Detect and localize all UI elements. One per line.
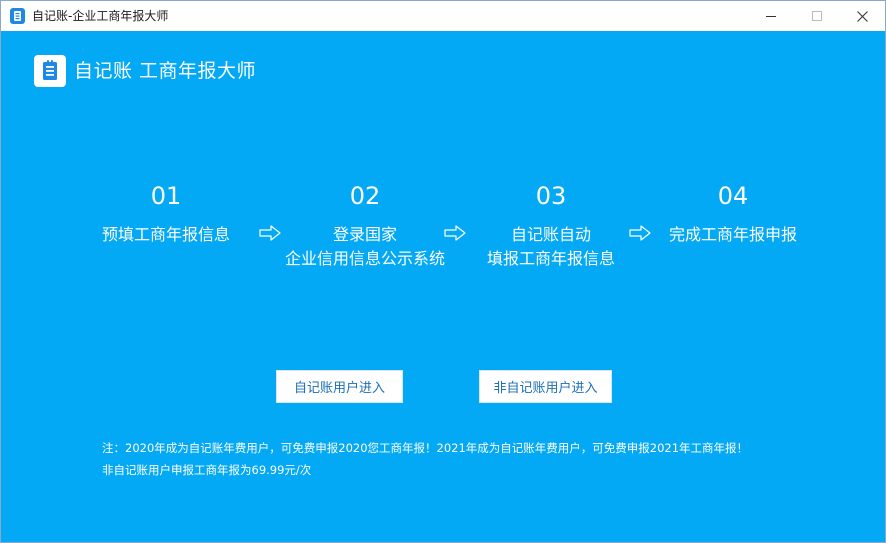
step-label: 完成工商年报申报 — [623, 223, 843, 247]
close-icon — [856, 10, 868, 22]
step-label-line: 完成工商年报申报 — [668, 225, 797, 244]
minimize-icon — [766, 16, 776, 17]
nonuser-enter-button[interactable]: 非自记账用户进入 — [479, 370, 612, 403]
notebook-icon — [34, 55, 66, 87]
step-number: 01 — [150, 182, 182, 210]
minimize-button[interactable] — [748, 1, 794, 31]
title-bar[interactable]: 自记账-企业工商年报大师 — [1, 1, 885, 31]
step-label-line: 预填工商年报信息 — [101, 225, 230, 244]
user-enter-button[interactable]: 自记账用户进入 — [276, 370, 403, 403]
maximize-button[interactable] — [794, 1, 840, 31]
app-title: 自记账 工商年报大师 — [74, 60, 257, 82]
step-4: 04 完成工商年报申报 — [623, 181, 843, 247]
close-button[interactable] — [839, 1, 885, 31]
step-label: 预填工商年报信息 — [56, 223, 276, 247]
step-label-line: 填报工商年报信息 — [486, 249, 615, 268]
pricing-note-nonuser: 非自记账用户申报工商年报为69.99元/次 — [102, 463, 312, 477]
step-1: 01 预填工商年报信息 — [56, 181, 276, 247]
app-icon — [10, 8, 25, 24]
app-window: 自记账-企业工商年报大师 自记账 工商年报大师 01 预填工商年报信息 02 登… — [0, 0, 886, 543]
pricing-note: 注：2020年成为自记账年费用户，可免费申报2020您工商年报！2021年成为自… — [102, 441, 749, 455]
step-number: 04 — [717, 182, 749, 210]
window-title: 自记账-企业工商年报大师 — [32, 9, 169, 23]
maximize-icon — [812, 11, 822, 21]
